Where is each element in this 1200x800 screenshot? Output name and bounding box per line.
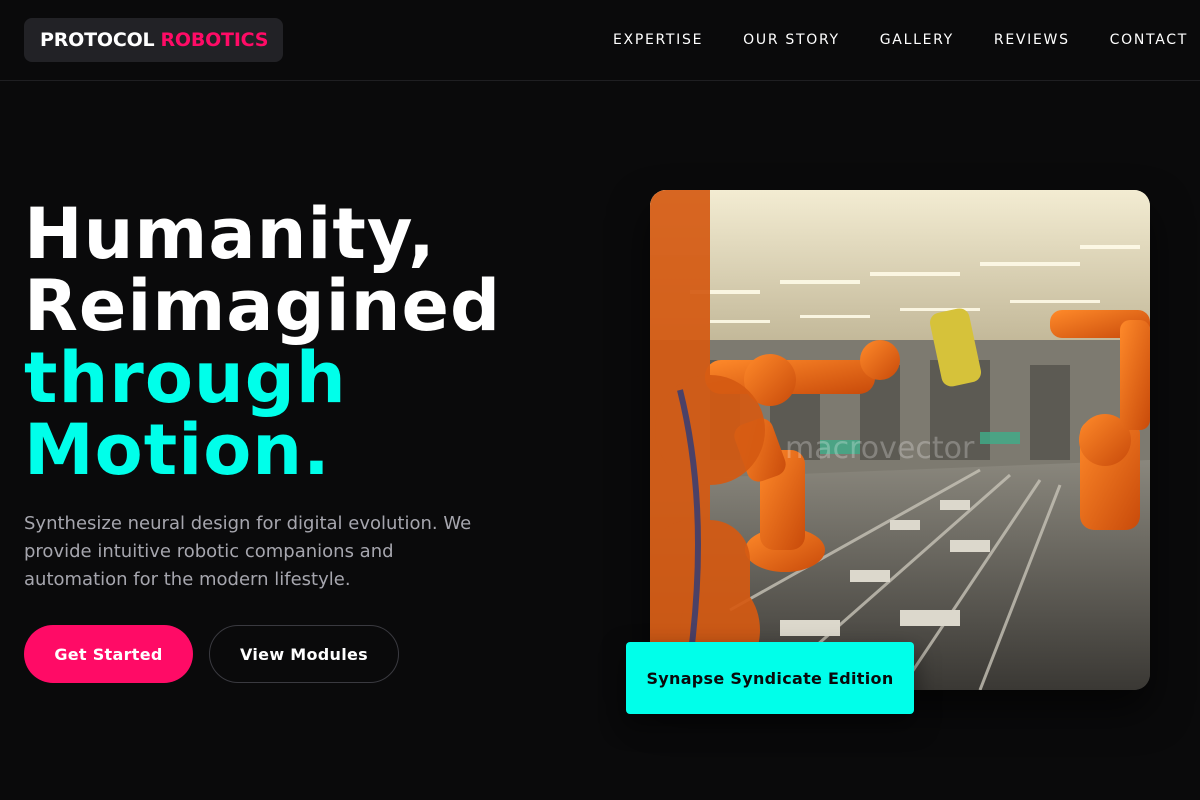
headline-line-1: Humanity,	[24, 193, 436, 275]
logo-text-accent: ROBOTICS	[160, 29, 269, 51]
site-header: PROTOCOL ROBOTICS EXPERTISE OUR STORY GA…	[0, 0, 1200, 81]
nav-link-expertise[interactable]: EXPERTISE	[613, 31, 703, 49]
headline-line-2: Reimagined	[24, 265, 502, 347]
brand-logo[interactable]: PROTOCOL ROBOTICS	[24, 18, 283, 62]
edition-badge: Synapse Syndicate Edition	[626, 642, 914, 714]
hero-robot-factory-image: macrovector	[650, 190, 1150, 690]
headline-line-3: through	[24, 337, 347, 419]
logo-text-primary: PROTOCOL	[40, 29, 155, 51]
hero-headline: Humanity, Reimagined through Motion.	[24, 198, 501, 486]
hero-description: Synthesize neural design for digital evo…	[24, 513, 472, 590]
factory-illustration: macrovector	[650, 190, 1150, 690]
nav-link-reviews[interactable]: REVIEWS	[994, 31, 1070, 49]
get-started-button[interactable]: Get Started	[24, 625, 193, 683]
nav-link-contact[interactable]: CONTACT	[1110, 31, 1188, 49]
image-watermark: macrovector	[785, 431, 975, 466]
view-modules-button[interactable]: View Modules	[209, 625, 399, 683]
main-nav: EXPERTISE OUR STORY GALLERY REVIEWS CONT…	[613, 31, 1188, 49]
headline-line-4: Motion.	[24, 409, 331, 491]
nav-link-gallery[interactable]: GALLERY	[880, 31, 954, 49]
nav-link-our-story[interactable]: OUR STORY	[743, 31, 840, 49]
